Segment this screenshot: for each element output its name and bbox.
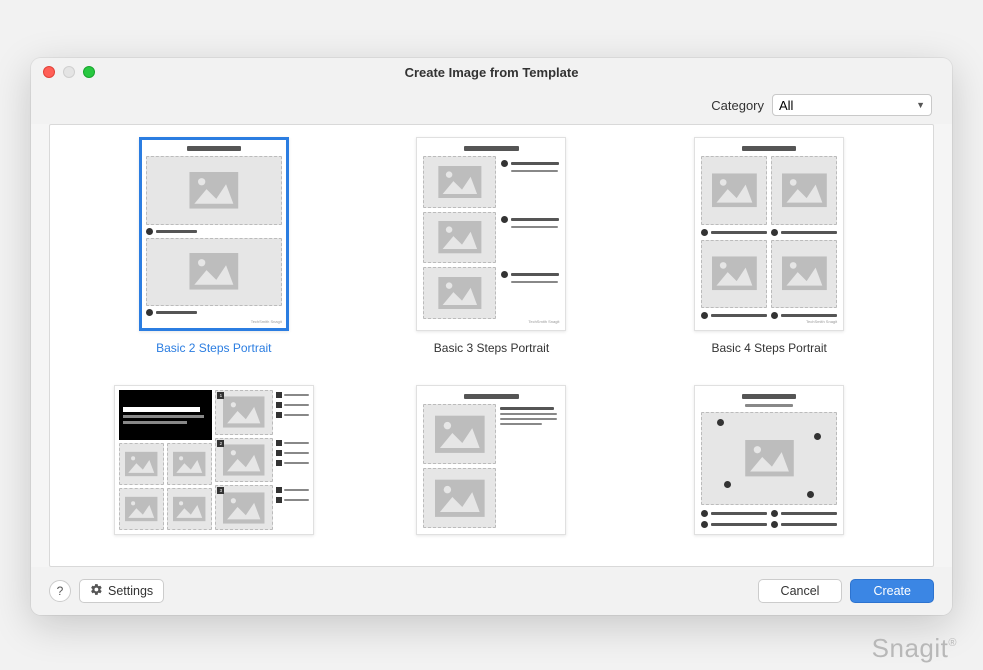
template-list: TechSmith Snagit Basic 2 Steps Portrait xyxy=(49,124,934,567)
template-thumbnail: 1 2 xyxy=(114,385,314,535)
cancel-button[interactable]: Cancel xyxy=(758,579,843,603)
template-basic-3-steps-portrait[interactable]: TechSmith Snagit Basic 3 Steps Portrait xyxy=(368,137,616,355)
create-button[interactable]: Create xyxy=(850,579,934,603)
template-label: Basic 2 Steps Portrait xyxy=(156,341,271,355)
template-thumbnail: TechSmith Snagit xyxy=(694,137,844,331)
category-label: Category xyxy=(711,98,764,113)
chevron-down-icon: ▼ xyxy=(916,100,925,110)
dialog-window: Create Image from Template Category All … xyxy=(31,58,952,615)
titlebar: Create Image from Template xyxy=(31,58,952,86)
toolbar: Category All ▼ xyxy=(31,86,952,124)
brand-watermark: Snagit® xyxy=(872,633,957,664)
template-label: Basic 3 Steps Portrait xyxy=(434,341,549,355)
dialog-footer: ? Settings Cancel Create xyxy=(31,567,952,615)
template-basic-2-steps-portrait[interactable]: TechSmith Snagit Basic 2 Steps Portrait xyxy=(90,137,338,355)
template-label: Basic 4 Steps Portrait xyxy=(711,341,826,355)
window-title: Create Image from Template xyxy=(31,65,952,80)
template-thumbnail: TechSmith Snagit xyxy=(139,137,289,331)
template-item-5[interactable] xyxy=(368,385,616,535)
help-icon: ? xyxy=(57,584,64,598)
category-dropdown[interactable]: All ▼ xyxy=(772,94,932,116)
template-basic-4-steps-portrait[interactable]: TechSmith Snagit Basic 4 Steps Portrait xyxy=(645,137,893,355)
template-item-6[interactable] xyxy=(645,385,893,535)
settings-button[interactable]: Settings xyxy=(79,579,164,603)
gear-icon xyxy=(90,583,103,599)
settings-button-label: Settings xyxy=(108,584,153,598)
template-thumbnail xyxy=(694,385,844,535)
category-dropdown-value: All xyxy=(779,98,793,113)
template-thumbnail: TechSmith Snagit xyxy=(416,137,566,331)
template-thumbnail xyxy=(416,385,566,535)
help-button[interactable]: ? xyxy=(49,580,71,602)
template-item-4[interactable]: 1 2 xyxy=(90,385,338,535)
